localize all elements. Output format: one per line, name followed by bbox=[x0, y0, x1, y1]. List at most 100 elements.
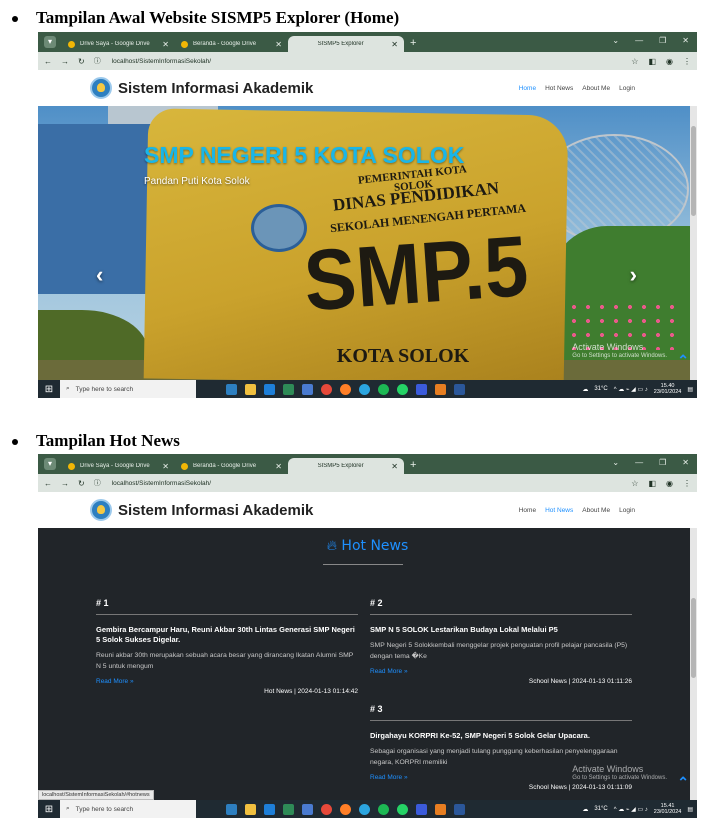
nav-login[interactable]: Login bbox=[619, 507, 635, 514]
reload-icon[interactable]: ↻ bbox=[78, 57, 85, 66]
star-icon[interactable]: ☆ bbox=[631, 479, 638, 488]
nav-hot-news[interactable]: Hot News bbox=[545, 507, 573, 514]
notification-icon[interactable]: ▤ bbox=[687, 806, 693, 813]
nav-about-me[interactable]: About Me bbox=[582, 507, 610, 514]
windows-start-icon[interactable]: ⊞ bbox=[38, 384, 60, 395]
site-brand[interactable]: Sistem Informasi Akademik bbox=[118, 502, 313, 519]
weather-temp[interactable]: 31°C bbox=[594, 806, 607, 812]
school-logo-icon[interactable] bbox=[90, 499, 112, 521]
restore-icon[interactable]: ❐ bbox=[659, 36, 666, 45]
spotify-icon[interactable] bbox=[378, 803, 389, 815]
carousel-prev-icon[interactable]: ‹ bbox=[96, 262, 103, 288]
telegram-icon[interactable] bbox=[359, 803, 370, 815]
windows-start-icon[interactable]: ⊞ bbox=[38, 804, 60, 815]
browser-tab[interactable]: Drive Saya - Google Drive ✕ bbox=[62, 36, 175, 52]
nav-hot-news[interactable]: Hot News bbox=[545, 85, 573, 92]
back-icon[interactable]: ← bbox=[44, 479, 52, 488]
new-tab-icon[interactable]: + bbox=[410, 459, 416, 471]
nav-home[interactable]: Home bbox=[519, 85, 536, 92]
forward-icon[interactable]: → bbox=[61, 57, 69, 66]
forward-icon[interactable]: → bbox=[61, 479, 69, 488]
telegram-icon[interactable] bbox=[359, 383, 370, 395]
file-explorer-icon[interactable] bbox=[245, 803, 256, 815]
edge-icon[interactable] bbox=[264, 383, 275, 395]
notification-icon[interactable]: ▤ bbox=[687, 386, 693, 393]
scroll-top-icon[interactable]: ⌃ bbox=[677, 352, 689, 369]
tray-icons[interactable]: ^ ☁ ⌁ ◢ ▭ ♪ bbox=[614, 386, 648, 393]
taskbar-search[interactable]: ⌕ Type here to search bbox=[60, 380, 196, 398]
store-icon[interactable] bbox=[283, 383, 294, 395]
minimize-icon[interactable]: — bbox=[635, 36, 643, 45]
close-icon[interactable]: ✕ bbox=[391, 462, 398, 471]
news-title[interactable]: SMP N 5 SOLOK Lestarikan Budaya Lokal Me… bbox=[370, 625, 632, 635]
page-scrollbar[interactable] bbox=[690, 106, 697, 380]
chrome-icon[interactable] bbox=[321, 383, 332, 395]
browser-tab[interactable]: Beranda - Google Drive ✕ bbox=[175, 458, 288, 474]
site-info-icon[interactable]: ⓘ bbox=[94, 56, 101, 66]
menu-icon[interactable]: ⋮ bbox=[683, 479, 691, 488]
task-view-icon[interactable] bbox=[226, 383, 237, 395]
nav-about-me[interactable]: About Me bbox=[582, 85, 610, 92]
new-tab-icon[interactable]: + bbox=[410, 37, 416, 49]
mail-icon[interactable] bbox=[302, 383, 313, 395]
file-explorer-icon[interactable] bbox=[245, 383, 256, 395]
taskbar-clock[interactable]: 15.40 23/01/2024 bbox=[654, 383, 682, 396]
chevron-down-icon[interactable]: ⌄ bbox=[612, 458, 619, 467]
url-field[interactable]: localhost/SistemInformasiSekolah/ bbox=[112, 480, 211, 487]
url-field[interactable]: localhost/SistemInformasiSekolah/ bbox=[112, 58, 211, 65]
browser-tab[interactable]: Beranda - Google Drive ✕ bbox=[175, 36, 288, 52]
app-icon[interactable] bbox=[416, 383, 427, 395]
weather-temp[interactable]: 31°C bbox=[594, 386, 607, 392]
browser-tab[interactable]: Drive Saya - Google Drive ✕ bbox=[62, 458, 175, 474]
close-icon[interactable]: ✕ bbox=[275, 462, 282, 471]
read-more-link[interactable]: Read More » bbox=[96, 678, 358, 685]
scroll-top-icon[interactable]: ⌃ bbox=[677, 774, 689, 791]
back-icon[interactable]: ← bbox=[44, 57, 52, 66]
taskbar-search[interactable]: ⌕ Type here to search bbox=[60, 800, 196, 818]
browser-tab-active[interactable]: SISMP5 Explorer ✕ bbox=[288, 36, 404, 52]
browser-tab-active[interactable]: SISMP5 Explorer ✕ bbox=[288, 458, 404, 474]
school-logo-icon[interactable] bbox=[90, 77, 112, 99]
tab-search-icon[interactable]: ▾ bbox=[44, 458, 56, 470]
firefox-icon[interactable] bbox=[340, 803, 351, 815]
sidebar-icon[interactable]: ◧ bbox=[648, 57, 656, 66]
minimize-icon[interactable]: — bbox=[635, 458, 643, 467]
carousel-next-icon[interactable]: › bbox=[630, 262, 637, 288]
sidebar-icon[interactable]: ◧ bbox=[648, 479, 656, 488]
whatsapp-icon[interactable] bbox=[397, 383, 408, 395]
tab-search-icon[interactable]: ▾ bbox=[44, 36, 56, 48]
news-title[interactable]: Gembira Bercampur Haru, Reuni Akbar 30th… bbox=[96, 625, 358, 645]
profile-icon[interactable]: ◉ bbox=[666, 57, 673, 66]
spotify-icon[interactable] bbox=[378, 383, 389, 395]
nav-login[interactable]: Login bbox=[619, 85, 635, 92]
page-scrollbar[interactable] bbox=[690, 528, 697, 800]
news-title[interactable]: Dirgahayu KORPRI Ke-52, SMP Negeri 5 Sol… bbox=[370, 731, 632, 741]
whatsapp-icon[interactable] bbox=[397, 803, 408, 815]
firefox-icon[interactable] bbox=[340, 383, 351, 395]
profile-icon[interactable]: ◉ bbox=[666, 479, 673, 488]
site-info-icon[interactable]: ⓘ bbox=[94, 478, 101, 488]
word-icon[interactable] bbox=[454, 383, 465, 395]
close-icon[interactable]: ✕ bbox=[162, 40, 169, 49]
close-icon[interactable]: ✕ bbox=[391, 40, 398, 49]
close-icon[interactable]: ✕ bbox=[682, 36, 689, 45]
restore-icon[interactable]: ❐ bbox=[659, 458, 666, 467]
xampp-icon[interactable] bbox=[435, 383, 446, 395]
site-brand[interactable]: Sistem Informasi Akademik bbox=[118, 80, 313, 97]
chrome-icon[interactable] bbox=[321, 803, 332, 815]
taskbar-clock[interactable]: 15.41 23/01/2024 bbox=[654, 803, 682, 816]
chevron-down-icon[interactable]: ⌄ bbox=[612, 36, 619, 45]
task-view-icon[interactable] bbox=[226, 803, 237, 815]
close-icon[interactable]: ✕ bbox=[682, 458, 689, 467]
edge-icon[interactable] bbox=[264, 803, 275, 815]
tray-icons[interactable]: ^ ☁ ⌁ ◢ ▭ ♪ bbox=[614, 806, 648, 813]
store-icon[interactable] bbox=[283, 803, 294, 815]
scrollbar-thumb[interactable] bbox=[691, 598, 696, 678]
menu-icon[interactable]: ⋮ bbox=[683, 57, 691, 66]
nav-home[interactable]: Home bbox=[519, 507, 536, 514]
mail-icon[interactable] bbox=[302, 803, 313, 815]
scrollbar-thumb[interactable] bbox=[691, 126, 696, 216]
close-icon[interactable]: ✕ bbox=[275, 40, 282, 49]
app-icon[interactable] bbox=[416, 803, 427, 815]
close-icon[interactable]: ✕ bbox=[162, 462, 169, 471]
